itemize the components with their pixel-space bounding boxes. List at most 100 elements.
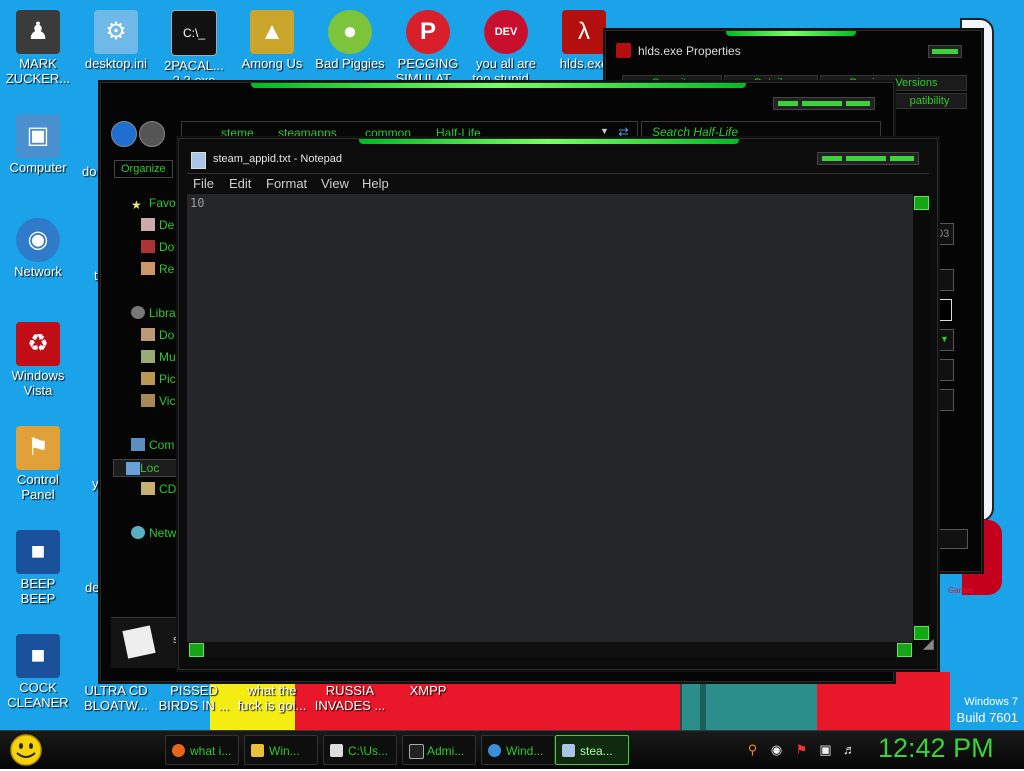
nav-computer[interactable]: Com (131, 438, 174, 452)
desktop-icon-cock-cleaner[interactable]: ■ COCK CLEANER (0, 634, 76, 710)
user-folder-icon: ♟ (16, 10, 60, 54)
nav-local-disk[interactable]: Loc (113, 459, 181, 477)
forward-button[interactable] (139, 121, 165, 147)
half-life-icon: λ (562, 10, 606, 54)
desktop-icon-xmpp[interactable]: XMPP (390, 683, 466, 698)
scroll-right-button[interactable] (897, 643, 912, 657)
desktop-icon-2pacal[interactable]: C:\_ 2PACAL... 2.3.exe (156, 10, 232, 88)
minimize-button[interactable] (822, 156, 842, 161)
star-icon: ★ (131, 198, 142, 212)
taskbar-button-7zip[interactable]: C:\Us... (323, 735, 397, 765)
windows-watermark: Windows 7 Build 7601 (956, 696, 1018, 725)
network-tray-icon[interactable]: ▣ (818, 742, 833, 757)
menu-view[interactable]: View (321, 176, 349, 191)
desktop-icon-mark-zucker[interactable]: ♟ MARK ZUCKER... (0, 10, 76, 86)
partial-button[interactable] (936, 529, 968, 549)
vertical-scrollbar[interactable] (913, 194, 929, 642)
bad-piggies-icon: ● (328, 10, 372, 54)
nav-documents[interactable]: Do (141, 328, 174, 342)
computer-icon: ▣ (16, 114, 60, 158)
desktop-icon-pegging[interactable]: P PEGGING SIMULAT... (390, 10, 466, 86)
taskbar-button-firefox[interactable]: what i... (165, 735, 239, 765)
desktop-icon-pissed-birds[interactable]: PISSED BIRDS IN ... (156, 683, 232, 713)
notepad-icon (562, 744, 575, 757)
desktop-icon-what-the[interactable]: what the fuck is goi... (234, 683, 310, 713)
window-title: hlds.exe Properties (638, 44, 741, 58)
resize-grip-icon[interactable]: ◢ (923, 635, 934, 652)
volume-icon[interactable]: ♬ (842, 742, 857, 757)
desktop: ♟ MARK ZUCKER... ⚙ desktop.ini C:\_ 2PACAL.… (0, 0, 1024, 730)
music-icon (141, 350, 155, 363)
notepad-icon (191, 152, 206, 169)
documents-icon (141, 328, 155, 341)
nav-favorites[interactable]: ★ Favo (131, 196, 176, 212)
horizontal-scrollbar[interactable] (187, 642, 913, 657)
nav-downloads[interactable]: Do (141, 240, 174, 254)
chevron-down-icon[interactable]: ▼ (600, 126, 609, 136)
window-accent (251, 83, 746, 88)
pegging-icon: P (406, 10, 450, 54)
nav-music[interactable]: Mu (141, 350, 176, 364)
desktop-icon-dev-cpp[interactable]: DEV you all are too stupid... (468, 10, 544, 86)
taskbar: what i... Win... C:\Us... Admi... Wind..… (0, 730, 1024, 769)
text-editor[interactable]: 10 (187, 194, 913, 642)
menu-format[interactable]: Format (266, 176, 307, 191)
network-icon (131, 526, 145, 539)
half-life-icon (616, 43, 631, 58)
desktop-icon-computer[interactable]: ▣ Computer (0, 114, 76, 175)
nav-cd-drive[interactable]: CD (141, 482, 176, 496)
recycle-bin-icon: ♻ (16, 322, 60, 366)
partial-label: Games (948, 586, 974, 595)
maximize-button[interactable] (846, 156, 886, 161)
details-pane: s (111, 617, 181, 668)
window-controls[interactable] (773, 97, 875, 110)
nav-desktop[interactable]: De (141, 218, 174, 232)
organize-button[interactable]: Organize (114, 160, 173, 178)
clock[interactable]: 12:42 PM (878, 733, 994, 764)
desktop-icon-network[interactable]: ◉ Network (0, 218, 76, 279)
desktop-icon-ultra-cd[interactable]: ULTRA CD BLOATW... (78, 683, 154, 713)
control-panel-icon: ⚑ (16, 426, 60, 470)
nav-network[interactable]: Netw (131, 526, 176, 540)
pictures-icon (141, 372, 155, 385)
start-button[interactable] (6, 734, 46, 766)
window-controls[interactable] (928, 45, 962, 58)
partial-checkbox[interactable] (936, 299, 952, 321)
notepad-window[interactable]: steam_appid.txt - Notepad File Edit Form… (178, 138, 938, 670)
menu-file[interactable]: File (193, 176, 214, 191)
taskbar-button-explorer[interactable]: Win... (244, 735, 318, 765)
status-icon[interactable]: ◉ (769, 742, 784, 757)
search-icon[interactable]: ⚲ (745, 742, 760, 757)
taskbar-button-ie[interactable]: Wind... (481, 735, 555, 765)
partial-field (936, 389, 954, 411)
desktop-icon-beep-beep[interactable]: ■ BEEP BEEP (0, 530, 76, 606)
settings-file-icon: ⚙ (94, 10, 138, 54)
nav-pictures[interactable]: Pic (141, 372, 176, 386)
desktop-icon-desktop-ini[interactable]: ⚙ desktop.ini (78, 10, 154, 71)
network-icon: ◉ (16, 218, 60, 262)
desktop-icon-russia[interactable]: RUSSIA INVADES ... (312, 683, 388, 713)
close-button[interactable] (890, 156, 914, 161)
nav-videos[interactable]: Vic (141, 394, 175, 408)
desktop-icon-windows-vista[interactable]: ♻ Windows Vista (0, 322, 76, 398)
blue-app-icon: ■ (16, 530, 60, 574)
desktop-icon-control-panel[interactable]: ⚑ Control Panel (0, 426, 76, 502)
action-center-flag-icon[interactable]: ⚑ (794, 742, 809, 757)
window-controls[interactable] (817, 152, 919, 165)
partial-dropdown[interactable]: ▼ (936, 329, 954, 351)
scroll-up-button[interactable] (914, 196, 929, 210)
taskbar-button-cmd[interactable]: Admi... (402, 735, 476, 765)
tab-compatibility[interactable]: patibility (892, 93, 967, 109)
desktop-icon-bad-piggies[interactable]: ● Bad Piggies (312, 10, 388, 71)
back-button[interactable] (111, 121, 137, 147)
desktop-icon-among-us[interactable]: ▲ Among Us (234, 10, 310, 71)
taskbar-button-notepad[interactable]: stea... (555, 735, 629, 765)
nav-libraries[interactable]: Libra (131, 306, 176, 320)
recent-places-icon (141, 262, 155, 275)
menu-help[interactable]: Help (362, 176, 389, 191)
nav-recent-places[interactable]: Re (141, 262, 174, 276)
menu-edit[interactable]: Edit (229, 176, 251, 191)
local-disk-icon (126, 462, 140, 475)
videos-icon (141, 394, 155, 407)
scroll-left-button[interactable] (189, 643, 204, 657)
